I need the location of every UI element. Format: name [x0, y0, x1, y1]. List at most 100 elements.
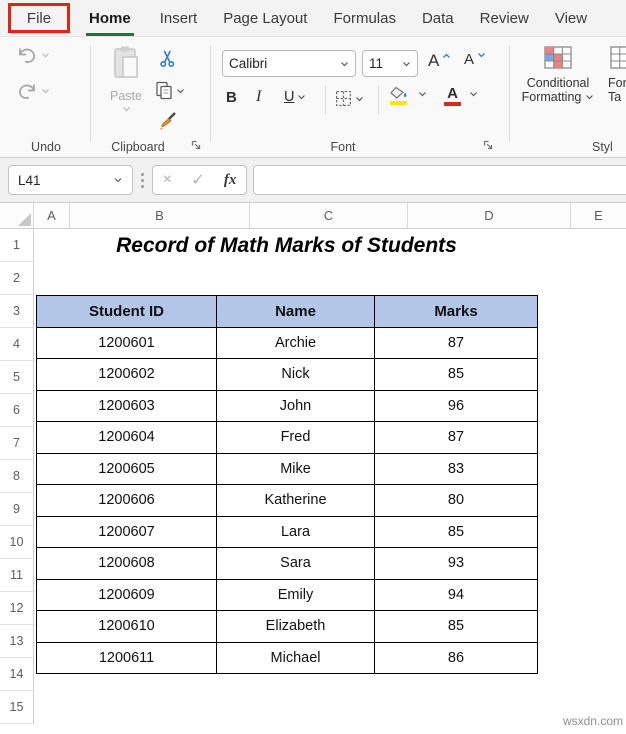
name-box[interactable]: L41: [8, 165, 133, 195]
formula-input[interactable]: [253, 165, 626, 195]
table-cell[interactable]: 87: [374, 421, 538, 454]
table-cell[interactable]: Katherine: [216, 484, 375, 517]
table-cell[interactable]: 1200606: [36, 484, 217, 517]
table-cell[interactable]: Michael: [216, 641, 375, 674]
table-cell[interactable]: 1200609: [36, 578, 217, 611]
table-cell[interactable]: 1200607: [36, 515, 217, 548]
decrease-font-size-button[interactable]: A: [464, 51, 486, 68]
row-header-8[interactable]: 8: [0, 460, 34, 493]
table-cell[interactable]: 1200611: [36, 641, 217, 674]
column-header-b[interactable]: B: [70, 203, 250, 228]
row-header-15[interactable]: 15: [0, 691, 34, 724]
row-header-13[interactable]: 13: [0, 625, 34, 658]
row-header-3[interactable]: 3: [0, 295, 34, 328]
underline-button[interactable]: U: [284, 89, 306, 105]
italic-button[interactable]: I: [256, 88, 261, 106]
table-cell[interactable]: Mike: [216, 452, 375, 485]
table-cell[interactable]: Emily: [216, 578, 375, 611]
redo-button[interactable]: [16, 81, 50, 100]
copy-button[interactable]: [155, 81, 185, 100]
cut-button[interactable]: [158, 49, 177, 68]
format-as-table-button[interactable]: For Ta: [606, 45, 626, 104]
row-header-7[interactable]: 7: [0, 427, 34, 460]
table-header-cell[interactable]: Student ID: [36, 295, 217, 328]
row-header-11[interactable]: 11: [0, 559, 34, 592]
table-cell[interactable]: Nick: [216, 358, 375, 391]
table-cell[interactable]: 1200603: [36, 389, 217, 422]
font-size-combobox[interactable]: 11: [362, 50, 418, 77]
increase-font-size-button[interactable]: A: [428, 51, 451, 71]
table-cell[interactable]: 1200601: [36, 326, 217, 359]
table-cell[interactable]: Elizabeth: [216, 610, 375, 643]
undo-dropdown-icon[interactable]: [41, 52, 50, 58]
borders-button[interactable]: [335, 90, 364, 107]
paste-button[interactable]: Paste: [100, 45, 152, 112]
row-header-12[interactable]: 12: [0, 592, 34, 625]
column-header-d[interactable]: D: [408, 203, 571, 228]
cancel-icon[interactable]: ×: [163, 171, 172, 189]
paste-dropdown-icon[interactable]: [122, 106, 131, 112]
table-cell[interactable]: Lara: [216, 515, 375, 548]
row-header-6[interactable]: 6: [0, 394, 34, 427]
row-header-5[interactable]: 5: [0, 361, 34, 394]
conditional-formatting-button[interactable]: Conditional Formatting: [514, 45, 602, 104]
redo-dropdown-icon[interactable]: [41, 88, 50, 94]
row-header-2[interactable]: 2: [0, 262, 34, 295]
row-header-4[interactable]: 4: [0, 328, 34, 361]
table-cell[interactable]: 94: [374, 578, 538, 611]
tab-file[interactable]: File: [8, 3, 70, 33]
underline-dropdown-icon[interactable]: [297, 94, 306, 100]
tab-data[interactable]: Data: [422, 10, 454, 27]
font-name-combobox[interactable]: Calibri: [222, 50, 356, 77]
tab-review[interactable]: Review: [480, 10, 529, 27]
row-header-9[interactable]: 9: [0, 493, 34, 526]
table-cell[interactable]: 1200605: [36, 452, 217, 485]
table-cell[interactable]: Sara: [216, 547, 375, 580]
select-all-corner[interactable]: [0, 203, 34, 228]
column-header-e[interactable]: E: [571, 203, 626, 228]
row-header-1[interactable]: 1: [0, 229, 34, 262]
table-cell[interactable]: 86: [374, 641, 538, 674]
table-cell[interactable]: 85: [374, 610, 538, 643]
font-color-dropdown-icon[interactable]: [469, 91, 478, 97]
table-header-cell[interactable]: Marks: [374, 295, 538, 328]
table-cell[interactable]: 1200608: [36, 547, 217, 580]
table-cell[interactable]: Fred: [216, 421, 375, 454]
table-cell[interactable]: John: [216, 389, 375, 422]
table-cell[interactable]: 1200610: [36, 610, 217, 643]
enter-icon[interactable]: ✓: [191, 170, 204, 190]
insert-function-icon[interactable]: fx: [224, 172, 237, 189]
bold-button[interactable]: B: [226, 89, 237, 106]
fill-color-dropdown-icon[interactable]: [418, 91, 427, 97]
name-box-dropdown-icon[interactable]: [113, 177, 123, 183]
table-cell[interactable]: 83: [374, 452, 538, 485]
table-cell[interactable]: 96: [374, 389, 538, 422]
copy-dropdown-icon[interactable]: [176, 88, 185, 94]
table-cell[interactable]: 85: [374, 515, 538, 548]
formula-bar-drag-handle[interactable]: [141, 179, 144, 182]
column-header-c[interactable]: C: [250, 203, 408, 228]
table-cell[interactable]: 1200602: [36, 358, 217, 391]
column-header-a[interactable]: A: [34, 203, 70, 228]
undo-button[interactable]: [16, 45, 50, 64]
table-cell[interactable]: Archie: [216, 326, 375, 359]
tab-insert[interactable]: Insert: [160, 10, 198, 27]
table-header-cell[interactable]: Name: [216, 295, 375, 328]
borders-dropdown-icon[interactable]: [355, 96, 364, 102]
table-cell[interactable]: 85: [374, 358, 538, 391]
row-header-14[interactable]: 14: [0, 658, 34, 691]
fill-color-button[interactable]: [390, 86, 427, 105]
clipboard-dialog-launcher-icon[interactable]: [190, 139, 202, 151]
font-dialog-launcher-icon[interactable]: [482, 139, 494, 151]
tab-view[interactable]: View: [555, 10, 587, 27]
tab-page-layout[interactable]: Page Layout: [223, 10, 307, 27]
format-painter-button[interactable]: [158, 111, 178, 131]
row-header-10[interactable]: 10: [0, 526, 34, 559]
table-cell[interactable]: 1200604: [36, 421, 217, 454]
tab-home[interactable]: Home: [86, 10, 134, 36]
sheet-title[interactable]: Record of Math Marks of Students: [36, 229, 537, 263]
tab-formulas[interactable]: Formulas: [333, 10, 396, 27]
table-cell[interactable]: 93: [374, 547, 538, 580]
font-color-button[interactable]: A: [444, 86, 478, 106]
table-cell[interactable]: 80: [374, 484, 538, 517]
